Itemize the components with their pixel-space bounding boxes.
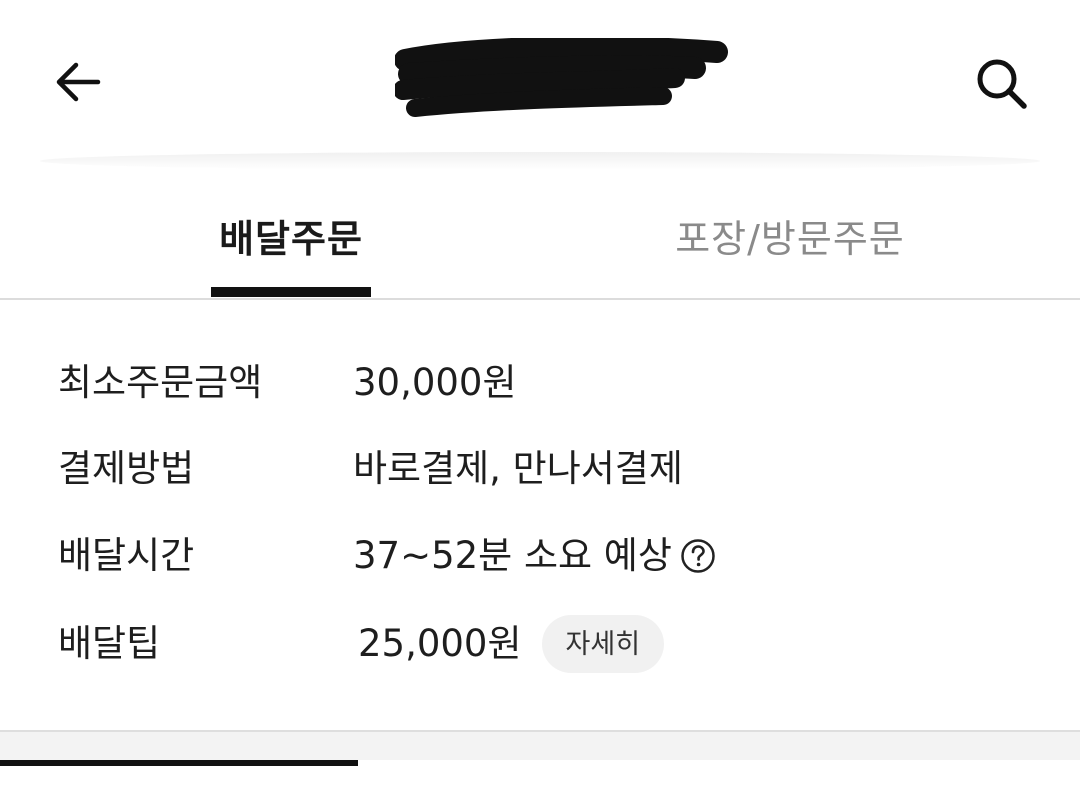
order-type-tabs: 배달주문 포장/방문주문 [0,170,1080,300]
menu-tab-active[interactable] [0,760,358,800]
payment-value: 바로결제, 만나서결제 [353,434,683,504]
delivery-tip-row: 배달팁 25,000원 자세히 [0,609,1080,679]
search-icon [977,59,1027,109]
min-order-row: 최소주문금액 30,000원 [0,348,1080,418]
min-order-amount: 30,000원 [353,361,517,404]
delivery-info: 최소주문금액 30,000원 결제방법 바로결제, 만나서결제 배달시간 37~… [0,300,1080,730]
min-order-value: 30,000원 [353,348,517,418]
header-shadow [40,152,1040,170]
payment-methods: 바로결제, 만나서결제 [353,447,683,490]
tab-pickup-order[interactable]: 포장/방문주문 [640,208,940,300]
payment-label: 결제방법 [58,447,195,490]
question-circle-icon[interactable] [680,538,716,574]
menu-tab-strip [358,760,1080,800]
delivery-time-label: 배달시간 [58,534,195,577]
delivery-time-value: 37~52분 소요 예상 [353,521,716,591]
delivery-time-row: 배달시간 37~52분 소요 예상 [0,521,1080,591]
min-order-label: 최소주문금액 [58,361,263,404]
payment-row: 결제방법 바로결제, 만나서결제 [0,434,1080,504]
store-info-page: 배달주문 포장/방문주문 최소주문금액 30,000원 결제방법 바로결제, 만… [0,0,1080,800]
store-title [395,38,730,122]
delivery-time-estimate: 37~52분 소요 예상 [353,534,672,577]
delivery-tip-detail-button[interactable]: 자세히 [541,615,665,673]
app-header [0,0,1080,160]
redaction-scribble [395,38,728,117]
active-tab-indicator [211,287,371,297]
delivery-tip-amount: 25,000원 [358,622,522,665]
back-button[interactable] [50,54,106,110]
delivery-tip-value: 25,000원 자세히 [358,609,665,679]
arrow-left-icon [56,62,101,102]
delivery-tip-label: 배달팁 [58,622,161,665]
search-button[interactable] [970,52,1034,116]
